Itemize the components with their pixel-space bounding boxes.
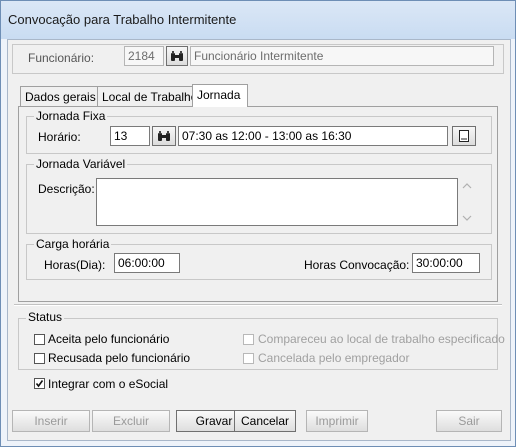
status-title: Status	[26, 310, 65, 324]
tab-local-de-trabalho[interactable]: Local de Trabalho	[97, 86, 197, 106]
aceita-label[interactable]: Aceita pelo funcionário	[48, 332, 169, 346]
sair-button[interactable]: Sair	[436, 410, 502, 432]
jornada-fixa-title: Jornada Fixa	[34, 109, 108, 123]
employee-label: Funcionário:	[28, 51, 95, 65]
horas-dia-field[interactable]: 06:00:00	[114, 253, 180, 273]
tab-jornada[interactable]: Jornada	[192, 84, 248, 107]
checkmark-icon	[35, 380, 44, 388]
tab-label: Dados gerais	[25, 90, 96, 104]
aceita-checkbox[interactable]	[34, 334, 45, 345]
jornada-variavel-title: Jornada Variável	[34, 157, 128, 171]
binoculars-icon	[158, 131, 170, 141]
horas-convocacao-field[interactable]: 30:00:00	[412, 253, 480, 273]
recusada-label[interactable]: Recusada pelo funcionário	[48, 351, 190, 365]
window-title: Convocação para Trabalho Intermitente	[8, 12, 237, 27]
excluir-button[interactable]: Excluir	[92, 410, 170, 432]
descricao-textarea[interactable]	[96, 178, 458, 226]
tab-label: Jornada	[197, 88, 241, 102]
convocacao-window: Convocação para Trabalho Intermitente Fu…	[0, 0, 516, 447]
horario-label: Horário:	[38, 130, 81, 144]
employee-search-button[interactable]	[166, 46, 188, 66]
cancelada-label[interactable]: Cancelada pelo empregador	[258, 351, 409, 365]
chevron-up-icon[interactable]	[460, 180, 474, 192]
tab-label: Local de Trabalho	[102, 90, 198, 104]
document-icon	[459, 130, 469, 142]
dialog-client-area: Funcionário: 2184 Funcionário Intermiten…	[7, 39, 511, 441]
horas-convocacao-label: Horas Convocação:	[304, 258, 410, 272]
compareceu-checkbox[interactable]	[243, 334, 254, 345]
cancelada-checkbox[interactable]	[243, 353, 254, 364]
carga-horaria-title: Carga horária	[34, 237, 112, 251]
esocial-checkbox[interactable]	[34, 378, 45, 389]
title-bar[interactable]: Convocação para Trabalho Intermitente	[1, 1, 515, 39]
horas-dia-label: Horas(Dia):	[44, 258, 106, 272]
chevron-down-icon[interactable]	[460, 212, 474, 224]
imprimir-button[interactable]: Imprimir	[306, 410, 368, 432]
tab-dados-gerais[interactable]: Dados gerais	[20, 86, 98, 106]
inserir-button[interactable]: Inserir	[12, 410, 90, 432]
horario-code-field[interactable]: 13	[110, 126, 150, 146]
divider	[14, 304, 502, 306]
esocial-label[interactable]: Integrar com o eSocial	[48, 377, 168, 391]
horario-detail-button[interactable]	[452, 126, 476, 146]
employee-code-field[interactable]: 2184	[124, 46, 164, 66]
descricao-scrollbar[interactable]	[460, 178, 474, 226]
horario-description-field[interactable]: 07:30 as 12:00 - 13:00 as 16:30	[178, 126, 448, 146]
employee-name-field[interactable]: Funcionário Intermitente	[190, 46, 494, 66]
binoculars-icon	[171, 51, 183, 61]
recusada-checkbox[interactable]	[34, 353, 45, 364]
horario-search-button[interactable]	[152, 126, 176, 146]
cancelar-button[interactable]: Cancelar	[234, 410, 296, 432]
compareceu-label[interactable]: Compareceu ao local de trabalho especifi…	[258, 332, 505, 346]
descricao-label: Descrição:	[38, 182, 95, 196]
